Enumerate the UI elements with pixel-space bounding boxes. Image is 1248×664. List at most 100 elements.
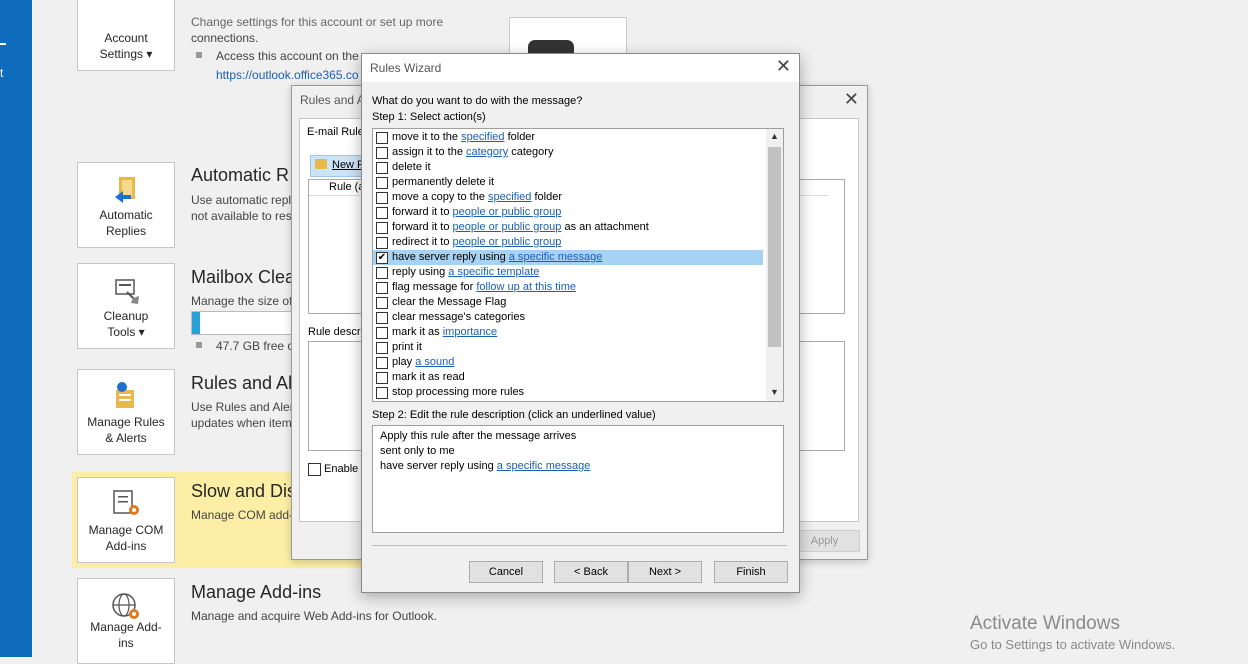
action-row[interactable]: clear message's categories [373, 310, 763, 325]
action-value-link[interactable]: a specific message [509, 251, 603, 263]
action-text: mark it as [392, 326, 443, 338]
action-text: play [392, 356, 416, 368]
account-desc-connections: connections. [191, 31, 259, 45]
action-row[interactable]: move a copy to the specified folder [373, 190, 763, 205]
column-rule[interactable]: Rule (a [329, 181, 364, 193]
action-checkbox[interactable] [376, 342, 388, 354]
action-value-link[interactable]: a specific template [448, 266, 539, 278]
mailbox-usage-fill [192, 312, 200, 334]
action-text: reply using [392, 266, 449, 278]
action-value-link[interactable]: people or public group [453, 221, 562, 233]
left-navigation-strip: t [0, 0, 32, 657]
action-value-link[interactable]: importance [443, 326, 497, 338]
mailbox-free-space: 47.7 GB free of [216, 339, 298, 353]
action-row[interactable]: clear the Message Flag [373, 295, 763, 310]
watermark-subtitle: Go to Settings to activate Windows. [970, 637, 1176, 652]
action-checkbox[interactable] [376, 207, 388, 219]
action-text: clear message's categories [392, 311, 525, 323]
action-row[interactable]: forward it to people or public group [373, 205, 763, 220]
enable-label: Enable [324, 463, 359, 475]
cleanup-tools-tile[interactable]: Cleanup Tools ▾ [77, 263, 175, 349]
scroll-up-icon[interactable]: ▲ [770, 131, 779, 141]
scroll-thumb[interactable] [768, 147, 781, 347]
automatic-replies-tile[interactable]: Automatic Replies [77, 162, 175, 248]
action-label: stop processing more rules [392, 386, 524, 398]
action-label: mark it as read [392, 371, 465, 383]
cleanup-tools-icon [115, 279, 139, 304]
manage-rules-tile[interactable]: Manage Rules & Alerts [77, 369, 175, 455]
mailbox-cleanup-title: Mailbox Clea [191, 267, 296, 287]
action-row[interactable]: stop processing more rules [373, 385, 763, 400]
back-button[interactable]: < Back [554, 561, 628, 583]
action-value-link[interactable]: category [466, 146, 508, 158]
bullet-icon [196, 52, 202, 58]
action-text-suffix: folder [504, 131, 536, 143]
action-checkbox[interactable] [376, 282, 388, 294]
action-row[interactable]: move it to the specified folder [373, 130, 763, 145]
account-settings-tile[interactable]: Account Settings ▾ [77, 0, 175, 71]
action-checkbox[interactable] [376, 327, 388, 339]
action-checkbox[interactable] [376, 312, 388, 324]
action-text-suffix: as an attachment [561, 221, 649, 233]
close-icon[interactable]: ✕ [776, 56, 791, 77]
specific-message-link[interactable]: a specific message [497, 460, 591, 472]
close-icon[interactable]: ✕ [844, 89, 859, 110]
action-row[interactable]: forward it to people or public group as … [373, 220, 763, 235]
manage-addins-tile[interactable]: Manage Add-ins [77, 578, 175, 664]
action-label: have server reply using a specific messa… [392, 251, 602, 263]
action-text: assign it to the [392, 146, 466, 158]
action-row[interactable]: redirect it to people or public group [373, 235, 763, 250]
action-row[interactable]: ✔ have server reply using a specific mess… [373, 250, 763, 265]
manage-com-addins-tile[interactable]: Manage COM Add-ins [77, 477, 175, 563]
bullet-icon [196, 342, 202, 348]
next-button[interactable]: Next > [628, 561, 702, 583]
action-row[interactable]: permanently delete it [373, 175, 763, 190]
actions-list[interactable]: move it to the specified folder assign it… [372, 128, 784, 402]
action-checkbox[interactable] [376, 267, 388, 279]
action-checkbox[interactable] [376, 222, 388, 234]
action-label: forward it to people or public group as … [392, 221, 649, 233]
action-value-link[interactable]: people or public group [453, 206, 562, 218]
action-row[interactable]: play a sound [373, 355, 763, 370]
action-value-link[interactable]: follow up at this time [476, 281, 576, 293]
action-checkbox[interactable] [376, 372, 388, 384]
action-row[interactable]: reply using a specific template [373, 265, 763, 280]
action-text: redirect it to [392, 236, 453, 248]
desc-line-3-text: have server reply using [380, 460, 497, 472]
finish-button[interactable]: Finish [714, 561, 788, 583]
desc-line-3: have server reply using a specific messa… [380, 460, 590, 472]
scroll-down-icon[interactable]: ▼ [770, 387, 779, 397]
action-checkbox[interactable] [376, 297, 388, 309]
action-row[interactable]: flag message for follow up at this time [373, 280, 763, 295]
action-checkbox[interactable] [376, 132, 388, 144]
action-checkbox[interactable] [376, 147, 388, 159]
manage-com-addins-label: Manage COM Add-ins [88, 523, 164, 553]
action-row[interactable]: print it [373, 340, 763, 355]
cancel-button[interactable]: Cancel [469, 561, 543, 583]
rules-desc-2: updates when item [191, 416, 292, 430]
action-checkbox[interactable] [376, 177, 388, 189]
action-row[interactable]: delete it [373, 160, 763, 175]
action-row[interactable]: mark it as importance [373, 325, 763, 340]
tab-email-rules[interactable]: E-mail Rule [307, 126, 364, 138]
action-text: clear the Message Flag [392, 296, 507, 308]
actions-scrollbar[interactable]: ▲ ▼ [766, 129, 783, 401]
new-rule-icon [315, 159, 327, 169]
action-checkbox[interactable] [376, 162, 388, 174]
action-checkbox[interactable] [376, 192, 388, 204]
nav-indicator [0, 43, 6, 45]
action-value-link[interactable]: a sound [415, 356, 454, 368]
action-row[interactable]: mark it as read [373, 370, 763, 385]
automatic-replies-icon [115, 177, 135, 203]
action-checkbox[interactable] [376, 357, 388, 369]
action-value-link[interactable]: specified [488, 191, 531, 203]
action-value-link[interactable]: people or public group [453, 236, 562, 248]
action-checkbox[interactable] [376, 237, 388, 249]
action-row[interactable]: assign it to the category category [373, 145, 763, 160]
action-checkbox-checked[interactable]: ✔ [376, 252, 388, 264]
action-value-link[interactable]: specified [461, 131, 504, 143]
action-checkbox[interactable] [376, 387, 388, 399]
com-addins-icon [113, 490, 139, 515]
enable-checkbox[interactable] [308, 463, 321, 476]
outlook-web-link[interactable]: https://outlook.office365.co [216, 68, 359, 82]
